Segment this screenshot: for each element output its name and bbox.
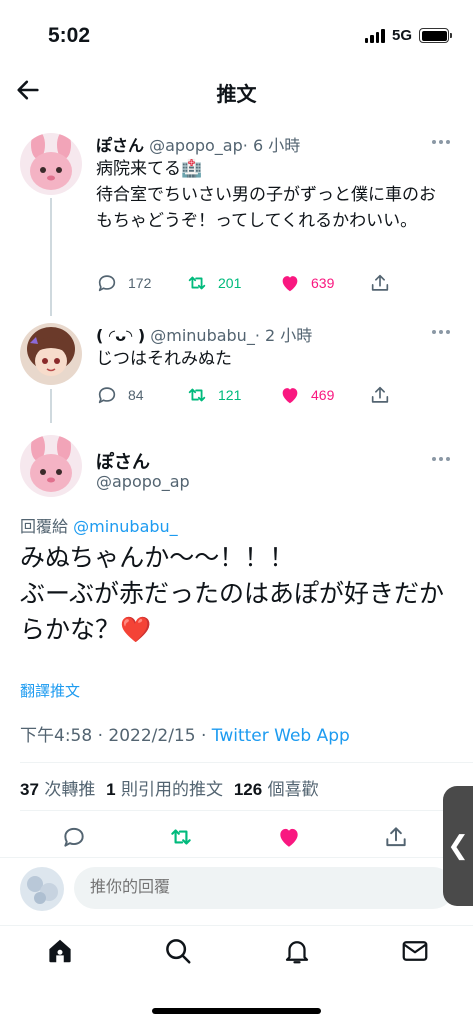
divider bbox=[20, 810, 473, 811]
thread-line bbox=[50, 389, 52, 423]
like-heart-icon bbox=[282, 388, 298, 404]
status-indicators: 5G bbox=[364, 27, 452, 44]
mention-link[interactable]: @minubabu_ bbox=[73, 517, 178, 536]
messages-mail-icon bbox=[402, 941, 428, 961]
tab-home[interactable] bbox=[45, 936, 75, 966]
tweet-stats: 37 次轉推 1 則引用的推文 126 個喜歡 bbox=[20, 775, 319, 800]
reply-count: 172 bbox=[128, 275, 152, 291]
share-icon bbox=[371, 274, 389, 291]
tweet-datetime: 下午4:58 · 2022/2/15 · bbox=[20, 726, 212, 746]
more-options-icon[interactable] bbox=[431, 139, 451, 145]
reply-input[interactable] bbox=[74, 867, 454, 909]
tweet-header: ぽさん @apopo_ap· 6 小時 bbox=[96, 132, 300, 156]
handle[interactable]: @apopo_ap bbox=[96, 472, 190, 491]
retweet-stat-label: 次轉推 bbox=[38, 780, 107, 800]
thread-line bbox=[50, 198, 52, 316]
retweet-stat-count[interactable]: 37 bbox=[20, 780, 39, 799]
page-title: 推文 bbox=[216, 82, 257, 106]
retweet-count: 201 bbox=[218, 275, 242, 291]
reply-icon bbox=[98, 275, 116, 292]
retweet-button[interactable]: 121 bbox=[186, 384, 241, 406]
display-name[interactable]: ぽさん bbox=[96, 448, 150, 474]
avatar[interactable] bbox=[20, 323, 82, 385]
more-options-icon[interactable] bbox=[431, 456, 451, 462]
signal-icon bbox=[364, 28, 385, 43]
handle[interactable]: @minubabu_ bbox=[150, 326, 255, 345]
tab-search[interactable] bbox=[163, 936, 193, 966]
share-button[interactable] bbox=[383, 824, 409, 850]
status-time: 5:02 bbox=[48, 24, 91, 47]
reply-button[interactable] bbox=[61, 824, 87, 850]
like-button[interactable] bbox=[276, 824, 302, 850]
retweet-button[interactable]: 201 bbox=[186, 272, 241, 294]
quote-stat-label: 則引用的推文 bbox=[115, 780, 234, 800]
share-button[interactable] bbox=[369, 272, 391, 294]
share-button[interactable] bbox=[369, 384, 391, 406]
share-icon bbox=[371, 386, 389, 403]
share-icon bbox=[386, 827, 406, 847]
like-heart-icon bbox=[280, 828, 298, 847]
like-count: 639 bbox=[311, 275, 335, 291]
side-drawer-handle[interactable]: ❮ bbox=[443, 786, 473, 906]
tweet-metadata: 下午4:58 · 2022/2/15 · Twitter Web App bbox=[20, 721, 350, 746]
avatar[interactable] bbox=[20, 435, 82, 497]
main-tweet-text: みぬちゃんか〜〜！！！ ぶーぶが赤だったのはあぽが好きだからかな？❤️ bbox=[20, 543, 445, 644]
retweet-icon bbox=[188, 388, 206, 402]
reply-icon bbox=[64, 827, 84, 847]
notifications-bell-icon bbox=[285, 941, 309, 964]
status-bar: 5:02 5G bbox=[0, 0, 473, 72]
tweet-time: · 2 小時 bbox=[254, 326, 313, 345]
replying-to: 回覆給 @minubabu_ bbox=[20, 513, 178, 537]
reply-icon bbox=[98, 387, 116, 404]
retweet-count: 121 bbox=[218, 387, 242, 403]
translate-link[interactable]: 翻譯推文 bbox=[20, 680, 80, 701]
display-name[interactable]: ( ◜ᴗ◝ ) bbox=[96, 326, 145, 345]
home-indicator bbox=[152, 1008, 321, 1014]
like-button[interactable]: 639 bbox=[279, 272, 334, 294]
like-count: 469 bbox=[311, 387, 335, 403]
chevron-left-icon: ❮ bbox=[447, 831, 469, 861]
battery-icon bbox=[419, 28, 452, 43]
network-type: 5G bbox=[391, 27, 412, 44]
reply-prefix: 回覆給 bbox=[20, 517, 69, 536]
retweet-button[interactable] bbox=[168, 824, 194, 850]
user-avatar[interactable] bbox=[20, 867, 64, 911]
bottom-tab-bar bbox=[0, 925, 473, 975]
reply-button[interactable]: 172 bbox=[96, 272, 151, 294]
like-heart-icon bbox=[282, 276, 298, 292]
handle[interactable]: @apopo_ap bbox=[149, 136, 243, 155]
tab-notifications[interactable] bbox=[282, 936, 312, 966]
tweet-header: ( ◜ᴗ◝ ) @minubabu_· 2 小時 bbox=[96, 322, 312, 346]
reply-button[interactable]: 84 bbox=[96, 384, 144, 406]
search-icon bbox=[166, 939, 191, 964]
main-tweet-actions bbox=[0, 824, 473, 854]
retweet-icon bbox=[171, 829, 191, 845]
like-stat-count[interactable]: 126 bbox=[234, 780, 262, 799]
like-button[interactable]: 469 bbox=[279, 384, 334, 406]
tab-messages[interactable] bbox=[400, 936, 430, 966]
home-icon bbox=[49, 939, 71, 963]
reply-count: 84 bbox=[128, 387, 144, 403]
reply-composer bbox=[0, 857, 473, 919]
divider bbox=[20, 762, 473, 763]
nav-header: 推文 bbox=[0, 72, 473, 110]
retweet-icon bbox=[188, 276, 206, 290]
tweet-actions: 84 121 469 bbox=[96, 384, 396, 408]
display-name[interactable]: ぽさん bbox=[96, 136, 144, 155]
tweet-text: じつはそれみぬた bbox=[96, 349, 232, 369]
source-app-link[interactable]: Twitter Web App bbox=[212, 726, 350, 746]
avatar[interactable] bbox=[20, 133, 82, 195]
tweet-time: · 6 小時 bbox=[242, 136, 301, 155]
tweet-actions: 172 201 639 bbox=[96, 272, 396, 296]
quote-stat-count[interactable]: 1 bbox=[106, 780, 115, 799]
tweet-text: 病院来てる🏥 待合室でちいさい男の子がずっと僕に車のおもちゃどうぞ！ってしてくれ… bbox=[96, 159, 436, 231]
like-stat-label: 個喜歡 bbox=[262, 780, 319, 800]
more-options-icon[interactable] bbox=[431, 329, 451, 335]
